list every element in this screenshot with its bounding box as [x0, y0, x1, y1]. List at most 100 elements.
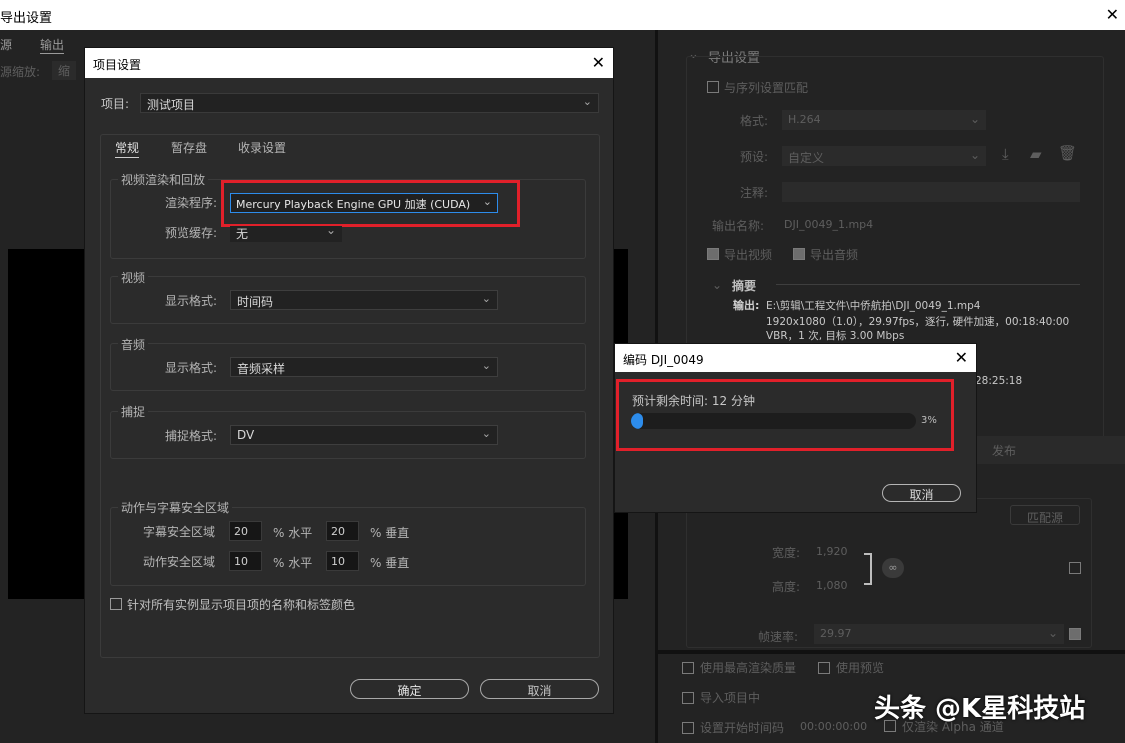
import-project-checkbox[interactable]	[682, 692, 694, 704]
output-specs: 1920x1080（1.0），29.97fps，逐行, 硬件加速，00:18:4…	[766, 316, 1070, 328]
capture-format-select[interactable]: DV ⌄	[230, 425, 498, 445]
max-quality-checkbox[interactable]	[682, 662, 694, 674]
cancel-button[interactable]: 取消	[480, 679, 599, 699]
output-bitrate: VBR，1 次, 目标 3.00 Mbps	[766, 330, 905, 342]
width-value[interactable]: 1,920	[816, 545, 848, 558]
aspect-bracket	[864, 553, 872, 585]
height-value[interactable]: 1,080	[816, 579, 848, 592]
action-safe-horizontal-input[interactable]: 10	[229, 551, 262, 571]
format-value: H.264	[788, 113, 821, 126]
export-video-checkbox[interactable]	[707, 248, 719, 260]
chevron-down-icon: ⌄	[481, 427, 491, 440]
match-sequence-checkbox[interactable]	[707, 81, 719, 93]
tab-ingest-settings[interactable]: 收录设置	[238, 139, 286, 156]
tab-output[interactable]: 输出	[40, 36, 65, 54]
action-safe-horizontal-unit: % 水平	[273, 556, 313, 570]
chevron-down-icon: ⌄	[481, 359, 491, 372]
output-name-link[interactable]: DJI_0049_1.mp4	[784, 218, 873, 231]
summary-chevron-icon[interactable]: ⌄	[712, 278, 722, 292]
close-icon[interactable]: ✕	[955, 348, 968, 367]
preview-cache-label: 预览缓存:	[165, 226, 218, 240]
audio-display-format-value: 音频采样	[237, 362, 286, 376]
project-settings-titlebar: 项目设置 ✕	[85, 48, 613, 78]
summary-divider	[776, 284, 1080, 285]
chevron-down-icon: ⌄	[969, 148, 980, 162]
close-icon[interactable]: ✕	[592, 53, 605, 72]
video-group-title: 视频	[118, 269, 149, 286]
show-names-label: 针对所有实例显示项目项的名称和标签颜色	[127, 598, 356, 612]
ok-button[interactable]: 确定	[350, 679, 469, 699]
framerate-select[interactable]: 29.97 ⌄	[814, 624, 1064, 644]
action-safe-vertical-value: 10	[331, 555, 345, 568]
width-label: 宽度:	[772, 546, 801, 560]
output-path: E:\剪辑\工程文件\中侨航拍\DJI_0049_1.mp4	[766, 300, 981, 312]
tab-scratch-disks[interactable]: 暂存盘	[171, 139, 207, 156]
action-safe-vertical-unit: % 垂直	[370, 556, 410, 570]
framerate-value: 29.97	[820, 627, 852, 640]
audio-display-format-label: 显示格式:	[165, 361, 218, 375]
start-timecode-checkbox[interactable]	[682, 722, 694, 734]
export-audio-label: 导出音频	[810, 248, 859, 262]
renderer-label: 渲染程序:	[165, 196, 218, 210]
export-window-close-icon[interactable]: ✕	[1106, 5, 1119, 24]
encode-cancel-button[interactable]: 取消	[882, 484, 961, 502]
project-select[interactable]: 测试项目 ⌄	[140, 93, 599, 113]
export-audio-checkbox[interactable]	[793, 248, 805, 260]
video-display-format-select[interactable]: 时间码 ⌄	[230, 290, 498, 310]
source-scale-label: 源缩放:	[0, 65, 41, 79]
match-source-button[interactable]: 匹配源	[1010, 505, 1080, 525]
chevron-down-icon: ⌄	[582, 95, 592, 108]
action-safe-vertical-input[interactable]: 10	[326, 551, 359, 571]
chevron-down-icon: ⌄	[969, 112, 980, 126]
source-scale-select[interactable]: 缩	[52, 61, 77, 80]
start-timecode-value[interactable]: 00:00:00:00	[800, 720, 867, 733]
chevron-down-icon: ⌄	[481, 292, 491, 305]
encode-cancel-label: 取消	[909, 488, 934, 502]
safe-areas-group	[110, 507, 586, 586]
video-display-format-value: 时间码	[237, 295, 274, 309]
export-video-label: 导出视频	[724, 248, 773, 262]
title-safe-vertical-input[interactable]: 20	[326, 521, 359, 541]
encode-dialog-titlebar: 编码 DJI_0049 ✕	[615, 344, 976, 372]
match-source-label: 匹配源	[1027, 511, 1064, 525]
watermark-text: 头条 @K星科技站	[874, 694, 1086, 724]
cancel-button-label: 取消	[527, 684, 552, 698]
import-preset-icon[interactable]: ▰	[1030, 145, 1042, 163]
action-safe-label: 动作安全区域	[143, 555, 216, 569]
use-previews-checkbox[interactable]	[818, 662, 830, 674]
progress-highlight-box	[616, 379, 954, 451]
summary-label: 摘要	[732, 279, 757, 293]
output-name-label: 输出名称:	[712, 219, 765, 233]
framerate-checkbox[interactable]	[1069, 628, 1081, 640]
link-icon[interactable]: ∞	[882, 558, 904, 578]
chevron-down-icon: ⌄	[1047, 626, 1058, 640]
title-safe-vertical-unit: % 垂直	[370, 526, 410, 540]
renderer-highlight-box	[221, 180, 520, 227]
section-divider	[658, 650, 1125, 654]
save-preset-icon[interactable]: ⤓	[1002, 145, 1009, 163]
ok-button-label: 确定	[397, 684, 422, 698]
title-safe-horizontal-input[interactable]: 20	[229, 521, 262, 541]
capture-format-label: 捕捉格式:	[165, 429, 218, 443]
comment-input[interactable]	[782, 182, 1080, 202]
encode-dialog: 编码 DJI_0049 ✕ 预计剩余时间: 12 分钟 3% 取消	[614, 343, 977, 513]
preset-select[interactable]: 自定义 ⌄	[782, 146, 986, 166]
preview-cache-select[interactable]: 无 ⌄	[230, 223, 342, 242]
show-names-checkbox[interactable]	[110, 598, 122, 610]
tab-publish[interactable]: 发布	[992, 442, 1016, 459]
width-checkbox[interactable]	[1069, 562, 1081, 574]
audio-display-format-select[interactable]: 音频采样 ⌄	[230, 357, 498, 377]
format-select[interactable]: H.264 ⌄	[782, 110, 986, 130]
output-duration: 28:25:18	[975, 375, 1023, 387]
encode-dialog-title: 编码 DJI_0049	[623, 353, 704, 367]
project-value: 测试项目	[147, 98, 196, 112]
audio-group-title: 音频	[118, 336, 149, 353]
export-window-titlebar: 导出设置 ✕	[0, 0, 1125, 30]
preview-cache-value: 无	[236, 227, 249, 241]
delete-preset-icon[interactable]: 🗑	[1058, 144, 1077, 162]
tab-general[interactable]: 常规	[115, 139, 140, 158]
use-previews-label: 使用预览	[836, 661, 885, 675]
import-project-label: 导入项目中	[700, 691, 761, 705]
project-settings-title: 项目设置	[93, 58, 142, 72]
tab-source[interactable]: 源	[0, 36, 12, 53]
